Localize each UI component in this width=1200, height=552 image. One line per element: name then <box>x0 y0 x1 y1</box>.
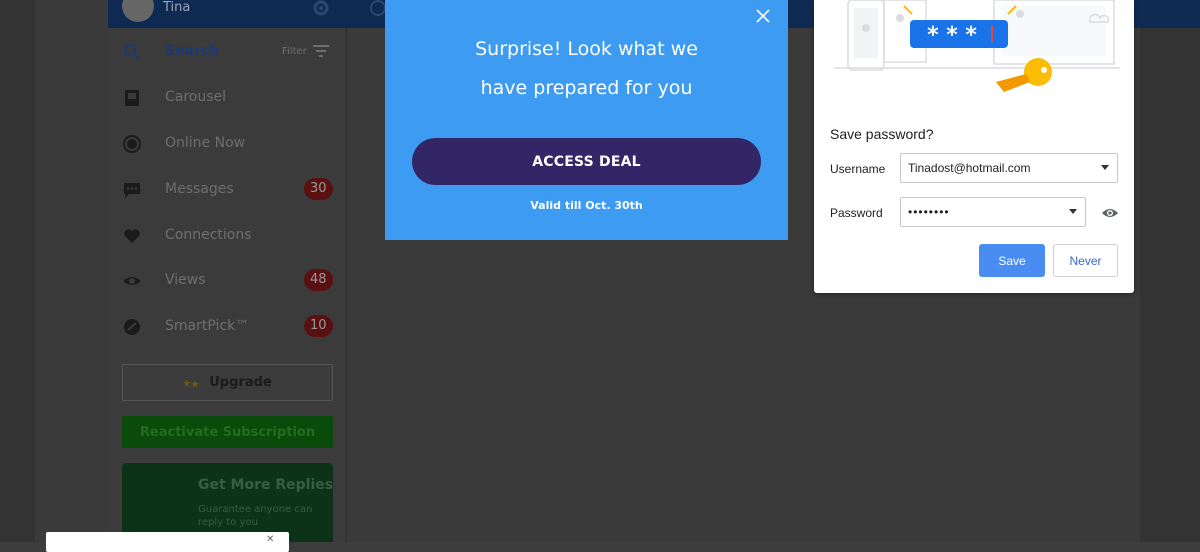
sidebar-item-label: Search <box>165 43 220 59</box>
bottom-toast <box>46 532 289 552</box>
username-value: Tinadost@hotmail.com <box>908 161 1031 175</box>
views-count-badge: 48 <box>304 269 333 291</box>
password-dropdown[interactable]: •••••••• <box>900 197 1086 227</box>
smartpick-count-badge: 10 <box>304 315 333 337</box>
sidebar-item-label: SmartPick™ <box>165 318 250 334</box>
heart-icon <box>124 229 140 243</box>
reactivate-label: Reactivate Subscription <box>139 424 316 440</box>
sidebar-item-label: Carousel <box>165 89 227 105</box>
deal-valid-text: Valid till Oct. 30th <box>530 199 643 212</box>
close-icon[interactable]: ✕ <box>266 534 274 545</box>
never-button[interactable]: Never <box>1053 244 1118 277</box>
search-icon <box>123 43 140 60</box>
carousel-icon <box>125 90 139 106</box>
deal-title-line: have prepared for you <box>480 77 693 99</box>
sidebar-item-label: Connections <box>165 227 252 243</box>
gear-icon[interactable] <box>311 0 331 18</box>
sidebar-item-label: Messages <box>165 181 234 197</box>
upgrade-button[interactable]: Upgrade <box>122 364 333 401</box>
sidebar-item-label: Online Now <box>165 135 246 151</box>
illustration-stars: * * * <box>927 23 977 48</box>
sidebar-item-search[interactable]: Search <box>122 40 342 64</box>
chevron-down-icon <box>1101 165 1109 170</box>
smartpick-icon <box>124 319 140 335</box>
password-label: Password <box>830 206 883 220</box>
sidebar-item-online-now[interactable]: Online Now <box>122 132 342 156</box>
online-icon <box>123 135 141 153</box>
dialog-title: Save password? <box>830 126 934 142</box>
username-dropdown[interactable]: Tinadost@hotmail.com <box>900 153 1118 183</box>
sidebar-item-carousel[interactable]: Carousel <box>122 86 342 110</box>
password-illustration: * * * <box>834 0 1120 92</box>
promo-title: Get More Replies <box>198 477 334 493</box>
sidebar-item-messages[interactable]: Messages 30 <box>122 178 342 202</box>
sidebar-item-connections[interactable]: Connections <box>122 224 342 248</box>
sidebar-item-label: Views <box>165 272 206 288</box>
filter-label[interactable]: Filter <box>282 46 307 57</box>
deal-title-line: Surprise! Look what we <box>475 38 698 60</box>
promo-subtitle: Guarantee anyone can reply to you <box>198 504 313 528</box>
deal-title: Surprise! Look what we have prepared for… <box>385 30 788 108</box>
show-password-icon[interactable] <box>1101 205 1119 221</box>
upgrade-label: Upgrade <box>209 375 272 390</box>
sidebar-item-views[interactable]: Views 48 <box>122 269 342 293</box>
close-icon[interactable] <box>753 6 773 26</box>
access-deal-button[interactable]: ACCESS DEAL <box>412 138 761 185</box>
chevron-down-icon <box>1069 209 1077 214</box>
sidebar-item-smartpick[interactable]: SmartPick™ 10 <box>122 315 342 339</box>
save-button[interactable]: Save <box>979 244 1045 277</box>
stars-icon <box>183 378 200 388</box>
password-value: •••••••• <box>908 205 950 219</box>
access-deal-label: ACCESS DEAL <box>532 153 641 170</box>
left-gutter <box>0 0 35 542</box>
filter-icon[interactable] <box>312 43 330 59</box>
messages-icon <box>124 183 140 198</box>
user-name[interactable]: Tina <box>163 0 190 15</box>
messages-count-badge: 30 <box>304 178 333 200</box>
reactivate-subscription-button[interactable]: Reactivate Subscription <box>122 416 333 448</box>
username-label: Username <box>830 162 886 176</box>
right-gutter <box>1140 0 1200 542</box>
eye-icon <box>123 277 141 285</box>
